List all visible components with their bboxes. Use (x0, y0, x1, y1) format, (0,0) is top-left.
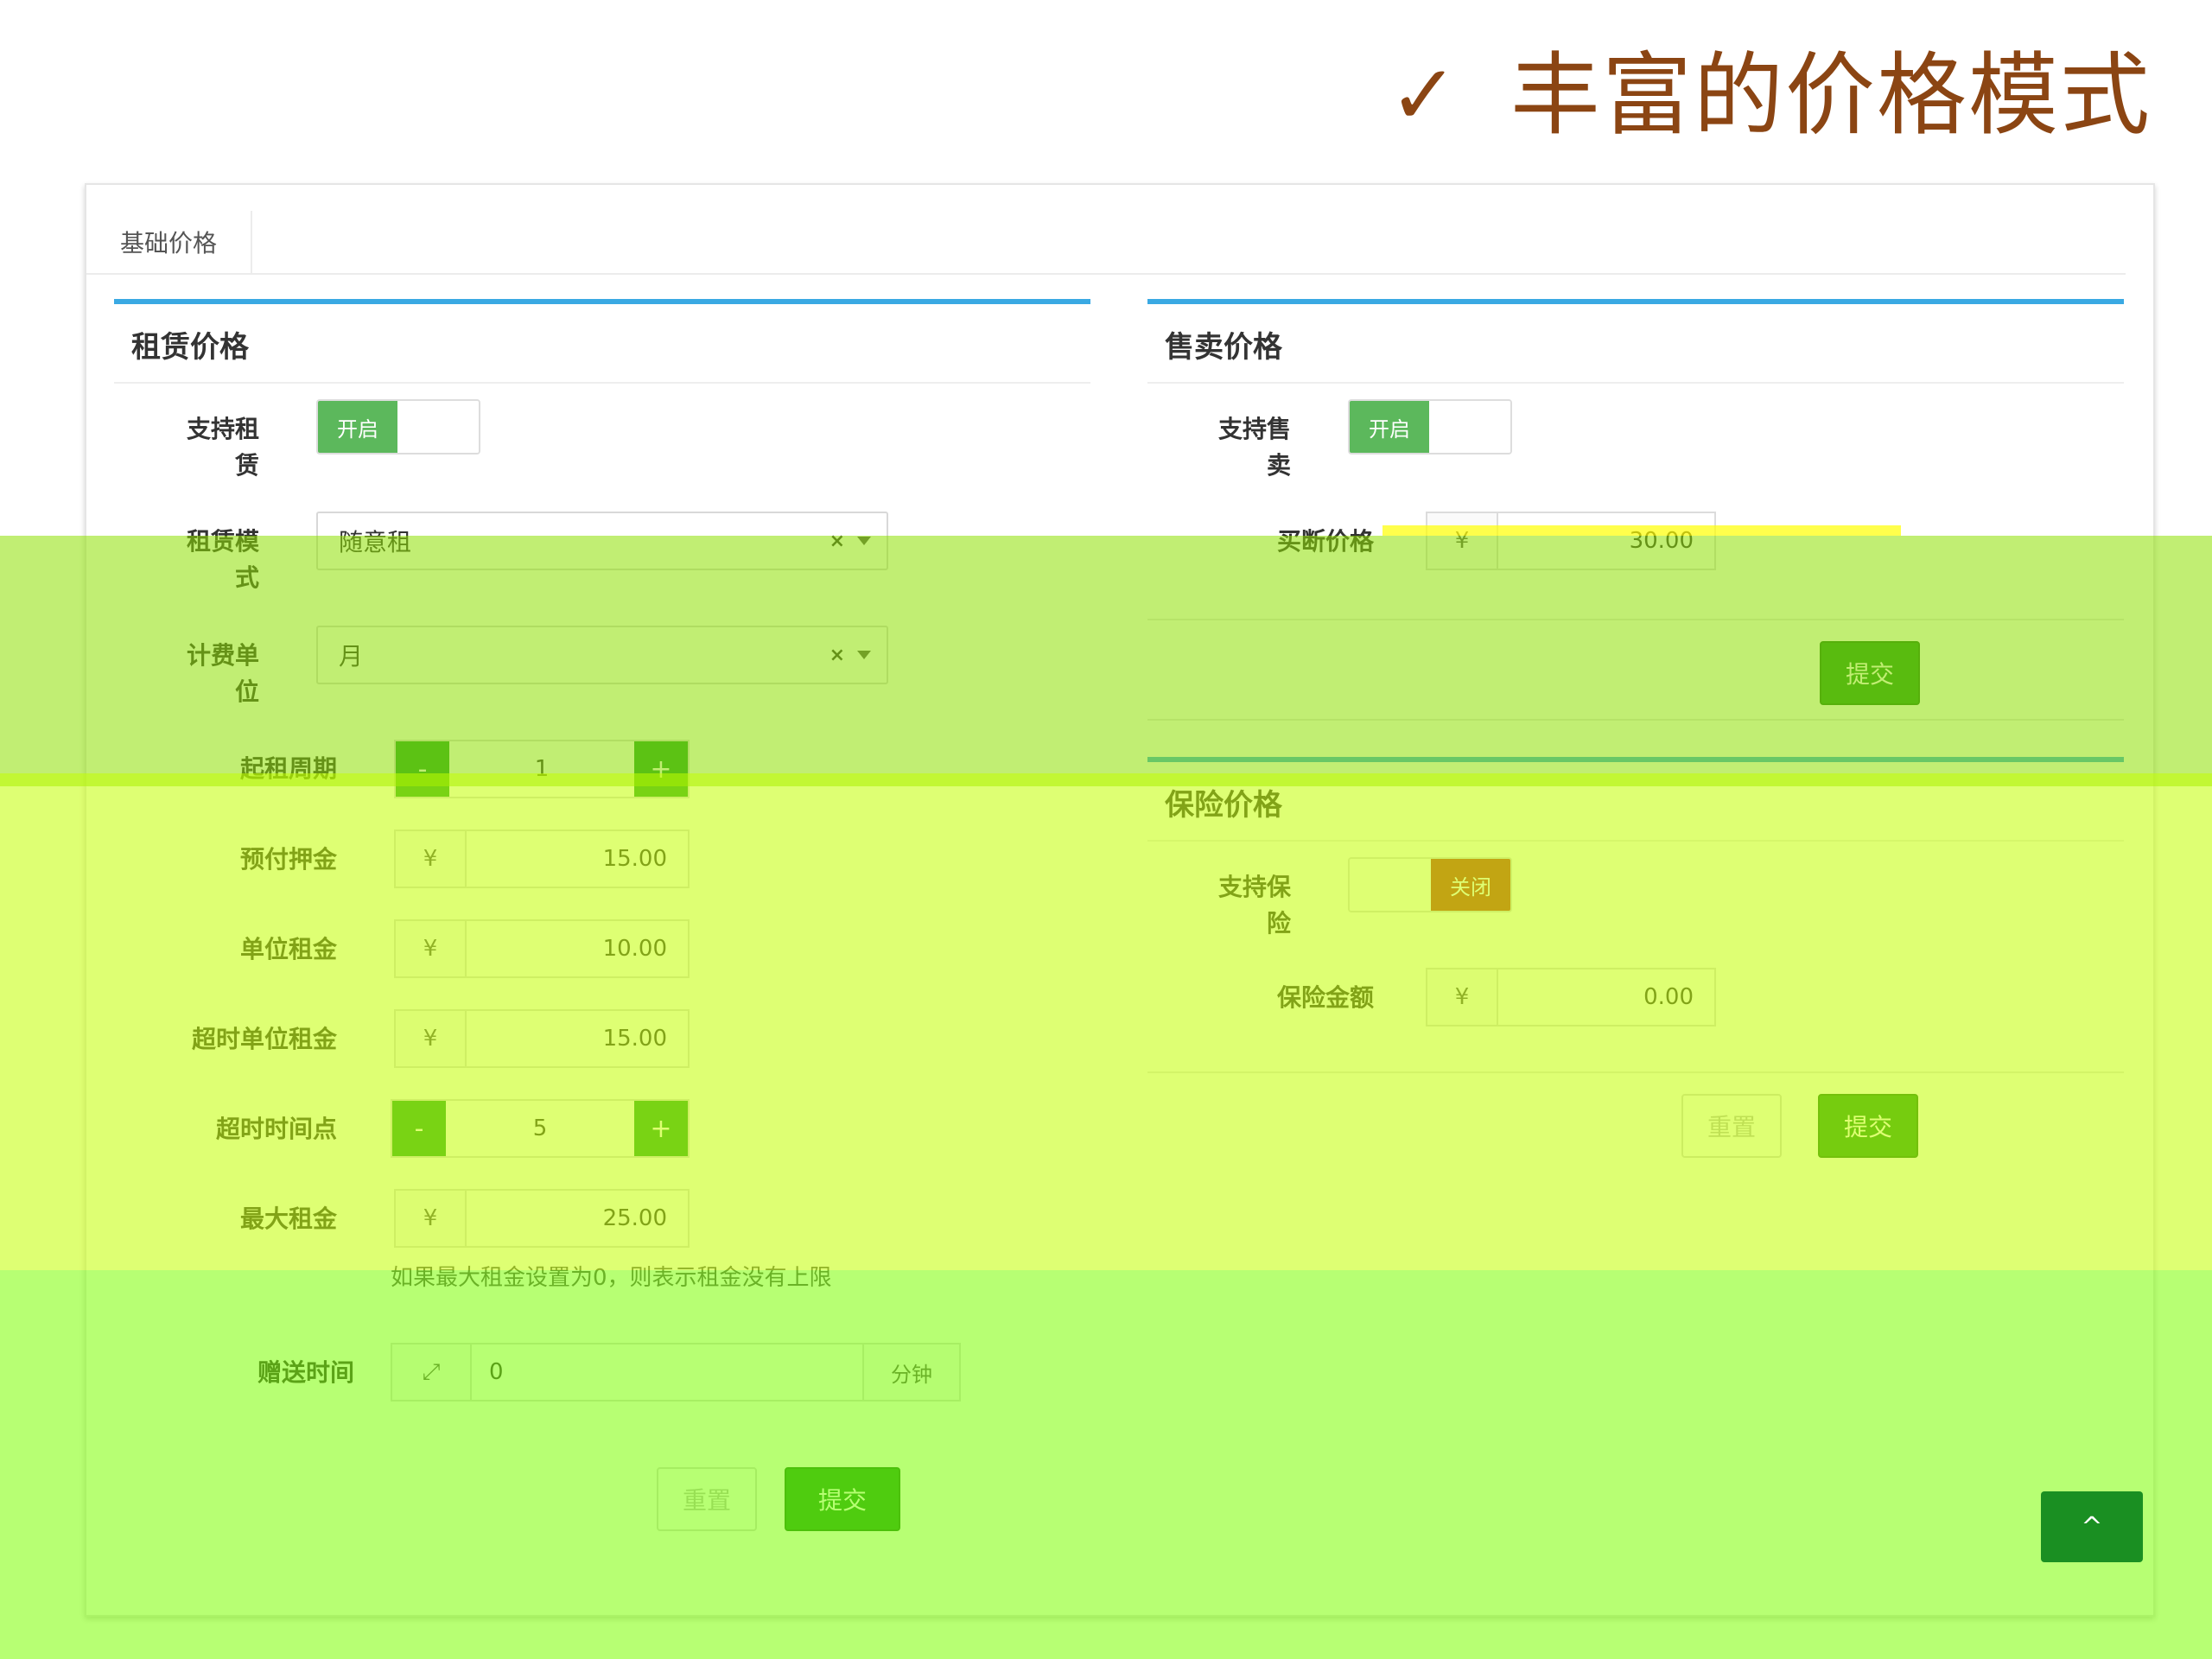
buyout-price-input[interactable]: ¥ 30.00 (1426, 512, 1716, 570)
overtime-point-value[interactable]: 5 (446, 1101, 634, 1156)
insurance-panel-header: 保险价格 (1147, 757, 2124, 842)
rental-mode-value: 随意租 (339, 528, 412, 556)
overtime-point-label: 超时时间点 (215, 1115, 337, 1143)
unit-rent-value[interactable]: 10.00 (467, 921, 688, 976)
chevron-down-icon[interactable] (857, 651, 871, 659)
rental-submit-button[interactable]: 提交 (785, 1467, 900, 1531)
toggle-on-label: 开启 (1350, 401, 1429, 453)
sale-submit-button[interactable]: 提交 (1820, 641, 1920, 705)
insurance-submit-button[interactable]: 提交 (1818, 1094, 1918, 1158)
min-period-value[interactable]: 1 (449, 741, 634, 797)
max-rent-hint: 如果最大租金设置为0，则表示租金没有上限 (391, 1265, 832, 1291)
insurance-panel-title: 保险价格 (1165, 788, 1282, 823)
deposit-label: 预付押金 (239, 845, 337, 874)
free-time-label: 赠送时间 (257, 1358, 354, 1387)
decrement-button[interactable]: - (392, 1101, 446, 1156)
rental-support-toggle[interactable]: 开启 (316, 399, 480, 454)
toggle-on-label: 开启 (318, 401, 397, 453)
sale-panel-title: 售卖价格 (1165, 330, 1282, 365)
buyout-price-label: 买断价格 (1276, 527, 1374, 556)
sale-support-label: 支持售卖 (1217, 415, 1291, 480)
rental-panel-header: 租赁价格 (114, 299, 1090, 384)
divider (1147, 1071, 2124, 1073)
max-rent-input[interactable]: ¥ 25.00 (394, 1189, 690, 1248)
currency-icon: ¥ (1427, 969, 1498, 1025)
tab-basic-price[interactable]: 基础价格 (86, 211, 252, 273)
price-settings-card: 基础价格 租赁价格 支持租赁 开启 租赁模式 随意租 × 计费单位 月 × 起租… (85, 183, 2155, 1617)
minutes-suffix: 分钟 (862, 1344, 959, 1400)
overtime-rent-input[interactable]: ¥ 15.00 (394, 1009, 690, 1068)
rental-mode-label: 租赁模式 (186, 527, 259, 592)
increment-button[interactable]: + (634, 741, 688, 797)
insurance-support-label: 支持保险 (1217, 873, 1291, 938)
billing-unit-value: 月 (339, 642, 364, 671)
free-time-value[interactable]: 0 (472, 1344, 862, 1400)
buyout-price-value[interactable]: 30.00 (1498, 513, 1714, 569)
link-icon: ⤢ (392, 1344, 472, 1400)
insurance-reset-button[interactable]: 重置 (1681, 1094, 1782, 1158)
back-to-top-button[interactable]: ^ (2041, 1491, 2143, 1562)
rental-support-label: 支持租赁 (186, 415, 259, 480)
deposit-value[interactable]: 15.00 (467, 831, 688, 887)
billing-unit-select[interactable]: 月 × (316, 626, 888, 684)
currency-icon: ¥ (1427, 513, 1498, 569)
min-period-label: 起租周期 (239, 754, 337, 783)
unit-rent-label: 单位租金 (239, 935, 337, 963)
sale-panel-header: 售卖价格 (1147, 299, 2124, 384)
min-period-stepper[interactable]: - 1 + (394, 740, 690, 798)
rental-reset-button[interactable]: 重置 (657, 1467, 757, 1531)
overtime-point-stepper[interactable]: - 5 + (391, 1099, 690, 1158)
free-time-input[interactable]: ⤢ 0 分钟 (391, 1343, 961, 1402)
insurance-support-toggle[interactable]: 关闭 (1348, 857, 1512, 912)
check-icon: ✓ (1389, 47, 1459, 143)
clear-icon[interactable]: × (830, 531, 845, 552)
insurance-amount-value[interactable]: 0.00 (1498, 969, 1714, 1025)
insurance-amount-input[interactable]: ¥ 0.00 (1426, 968, 1716, 1027)
chevron-down-icon[interactable] (857, 537, 871, 545)
insurance-amount-label: 保险金额 (1276, 983, 1374, 1012)
sale-support-toggle[interactable]: 开启 (1348, 399, 1512, 454)
max-rent-value[interactable]: 25.00 (467, 1191, 688, 1246)
currency-icon: ¥ (396, 1191, 467, 1246)
clear-icon[interactable]: × (830, 645, 845, 666)
toggle-off-label: 关闭 (1431, 859, 1510, 911)
billing-unit-label: 计费单位 (186, 641, 259, 706)
overtime-rent-value[interactable]: 15.00 (467, 1011, 688, 1066)
rental-panel-title: 租赁价格 (131, 330, 249, 365)
rental-mode-select[interactable]: 随意租 × (316, 512, 888, 570)
slide-title-text: 丰富的价格模式 (1510, 42, 2152, 148)
divider (1147, 719, 2124, 721)
currency-icon: ¥ (396, 1011, 467, 1066)
currency-icon: ¥ (396, 831, 467, 887)
currency-icon: ¥ (396, 921, 467, 976)
unit-rent-input[interactable]: ¥ 10.00 (394, 919, 690, 978)
decrement-button[interactable]: - (396, 741, 449, 797)
deposit-input[interactable]: ¥ 15.00 (394, 830, 690, 888)
increment-button[interactable]: + (634, 1101, 688, 1156)
divider (1147, 619, 2124, 620)
max-rent-label: 最大租金 (239, 1205, 337, 1233)
slide-title: ✓ 丰富的价格模式 (1389, 35, 2152, 156)
overtime-rent-label: 超时单位租金 (191, 1025, 337, 1053)
tab-bar: 基础价格 (86, 211, 2126, 275)
